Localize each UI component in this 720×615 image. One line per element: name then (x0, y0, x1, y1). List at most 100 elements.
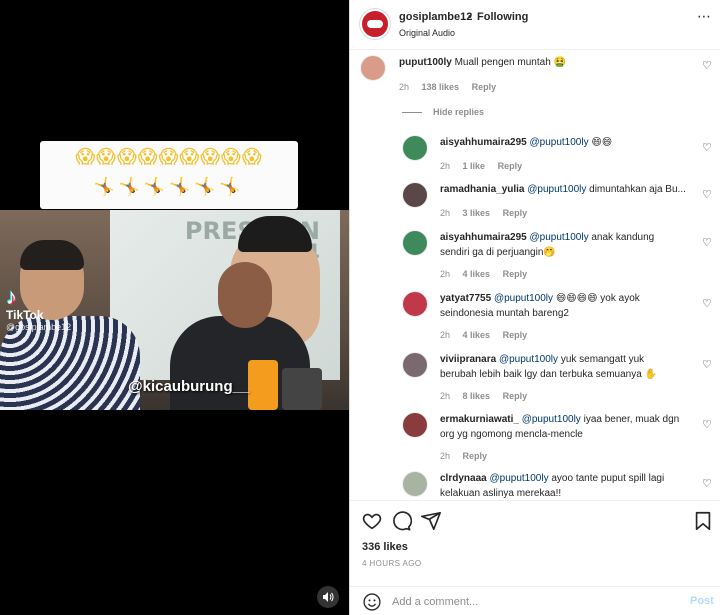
reply-button[interactable]: Reply (463, 451, 488, 461)
hide-replies-button[interactable]: Hide replies (433, 107, 484, 117)
person-left-hair (20, 240, 84, 270)
heart-icon[interactable]: ♡ (702, 141, 712, 154)
person-right-head (218, 262, 272, 328)
divider (402, 112, 422, 113)
audio-link[interactable]: Original Audio (399, 28, 455, 38)
bookmark-icon[interactable] (692, 510, 714, 532)
media-viewer[interactable]: 😱😱😱😱😱😱😱😱😱 🤸🤸🤸🤸🤸🤸 PRESIDEN 2024 ♪ TikTok … (0, 0, 349, 615)
reply-comment: clrdynaaa @puput100ly ayoo tante puput s… (350, 469, 720, 499)
comment-username[interactable]: viviipranara (440, 354, 496, 365)
heart-icon[interactable]: ♡ (702, 297, 712, 310)
heart-icon[interactable]: ♡ (702, 59, 712, 72)
reply-comment: yatyat7755 @puput100ly 😄😄😄😄 yok ayok sei… (350, 289, 720, 349)
microphone (248, 360, 278, 410)
emoji-icon[interactable] (362, 592, 382, 612)
comment-meta: 2h 1 like Reply (440, 161, 532, 171)
comment-time: 2h (440, 391, 451, 401)
heart-icon[interactable]: ♡ (702, 477, 712, 490)
comment-mention[interactable]: @puput100ly (530, 232, 589, 243)
reply-comment: ramadhania_yulia @puput100ly dimuntahkan… (350, 180, 720, 226)
comment-text: 😄😄 (591, 137, 613, 148)
comment-mention[interactable]: @puput100ly (530, 137, 589, 148)
post-username[interactable]: gosiplambe12 (399, 11, 472, 23)
comment-meta: 2h 8 likes Reply (440, 391, 537, 401)
comment-input[interactable] (392, 593, 672, 611)
following-button[interactable]: Following (477, 11, 528, 23)
comment-username[interactable]: clrdynaaa (440, 473, 487, 484)
comment-time: 2h (440, 208, 451, 218)
avatar[interactable] (402, 412, 428, 438)
comment-time: 2h (440, 269, 451, 279)
comment-time: 2h (440, 161, 451, 171)
reply-comment: ermakurniawati_ @puput100ly iyaa bener, … (350, 410, 720, 468)
comment-username[interactable]: ramadhania_yulia (440, 184, 524, 195)
avatar[interactable] (402, 182, 428, 208)
comment-username[interactable]: ermakurniawati_ (440, 414, 519, 425)
comment-mention[interactable]: @puput100ly (522, 414, 581, 425)
comment-likes[interactable]: 4 likes (463, 269, 491, 279)
comment-body: viviipranara @puput100ly yuk semangatt y… (440, 352, 680, 382)
post-header: gosiplambe12 • Following Original Audio … (350, 0, 720, 50)
action-bar: 336 likes 4 HOURS AGO (350, 500, 720, 586)
heart-icon[interactable]: ♡ (702, 358, 712, 371)
reply-button[interactable]: Reply (503, 330, 528, 340)
comment-likes[interactable]: 1 like (463, 161, 486, 171)
comment-body: ermakurniawati_ @puput100ly iyaa bener, … (440, 412, 685, 442)
comment-likes[interactable]: 8 likes (463, 391, 491, 401)
video-frame[interactable]: PRESIDEN 2024 ♪ TikTok @gosiplambe12 @ki… (0, 210, 349, 410)
comment-time: 2h (440, 451, 451, 461)
comment-time: 2h (440, 330, 451, 340)
avatar[interactable] (402, 135, 428, 161)
comment-mention[interactable]: @puput100ly (494, 293, 553, 304)
heart-icon[interactable] (361, 510, 383, 532)
tiktok-label: TikTok (6, 308, 44, 322)
comment-text: dimuntahkan aja Bu... (589, 184, 686, 195)
comment-text: Muall pengen muntah 🤮 (454, 57, 566, 68)
reply-button[interactable]: Reply (503, 269, 528, 279)
comment-username[interactable]: yatyat7755 (440, 293, 491, 304)
comment-mention[interactable]: @puput100ly (489, 473, 548, 484)
tiktok-logo: ♪ TikTok @gosiplambe12 (6, 284, 71, 332)
tiktok-username: @gosiplambe12 (6, 322, 72, 332)
comment-likes[interactable]: 4 likes (463, 330, 491, 340)
avatar[interactable] (402, 471, 428, 497)
comment-likes[interactable]: 138 likes (422, 82, 460, 92)
avatar[interactable] (360, 9, 390, 39)
emoji-row-cartwheel: 🤸🤸🤸🤸🤸🤸 (93, 177, 245, 197)
comment-likes[interactable]: 3 likes (463, 208, 491, 218)
more-options-icon[interactable]: ⋯ (697, 8, 711, 25)
comment-icon[interactable] (390, 510, 412, 532)
avatar[interactable] (360, 55, 386, 81)
heart-icon[interactable]: ♡ (702, 236, 712, 249)
avatar[interactable] (402, 291, 428, 317)
heart-icon[interactable]: ♡ (702, 418, 712, 431)
reply-button[interactable]: Reply (503, 391, 528, 401)
comment-composer: Post (350, 586, 720, 615)
post-timestamp[interactable]: 4 HOURS AGO (362, 559, 422, 568)
avatar[interactable] (402, 352, 428, 378)
share-icon[interactable] (420, 510, 442, 532)
comment-username[interactable]: aisyahhumaira295 (440, 232, 527, 243)
reply-button[interactable]: Reply (472, 82, 497, 92)
reply-button[interactable]: Reply (498, 161, 523, 171)
comment-mention[interactable]: @puput100ly (527, 184, 586, 195)
comments-list[interactable]: puput100ly Muall pengen muntah 🤮 2h 138 … (350, 51, 720, 499)
post-button[interactable]: Post (690, 595, 714, 607)
likes-count[interactable]: 336 likes (362, 541, 408, 553)
comment-username[interactable]: aisyahhumaira295 (440, 137, 527, 148)
reply-comment: viviipranara @puput100ly yuk semangatt y… (350, 350, 720, 410)
comment-body: aisyahhumaira295 @puput100ly 😄😄 (440, 135, 690, 150)
comment-body: puput100ly Muall pengen muntah 🤮 (399, 55, 689, 70)
comment-meta: 2h 138 likes Reply (399, 82, 506, 92)
emoji-caption-box: 😱😱😱😱😱😱😱😱😱 🤸🤸🤸🤸🤸🤸 (40, 141, 298, 209)
video-watermark: @kicauburung__ (128, 378, 250, 395)
heart-icon[interactable]: ♡ (702, 188, 712, 201)
comment-meta: 2h 4 likes Reply (440, 269, 537, 279)
comment-username[interactable]: puput100ly (399, 57, 452, 68)
comment-body: clrdynaaa @puput100ly ayoo tante puput s… (440, 471, 690, 499)
post-panel: gosiplambe12 • Following Original Audio … (349, 0, 720, 615)
reply-button[interactable]: Reply (503, 208, 528, 218)
speaker-icon[interactable] (317, 586, 339, 608)
avatar[interactable] (402, 230, 428, 256)
comment-mention[interactable]: @puput100ly (499, 354, 558, 365)
